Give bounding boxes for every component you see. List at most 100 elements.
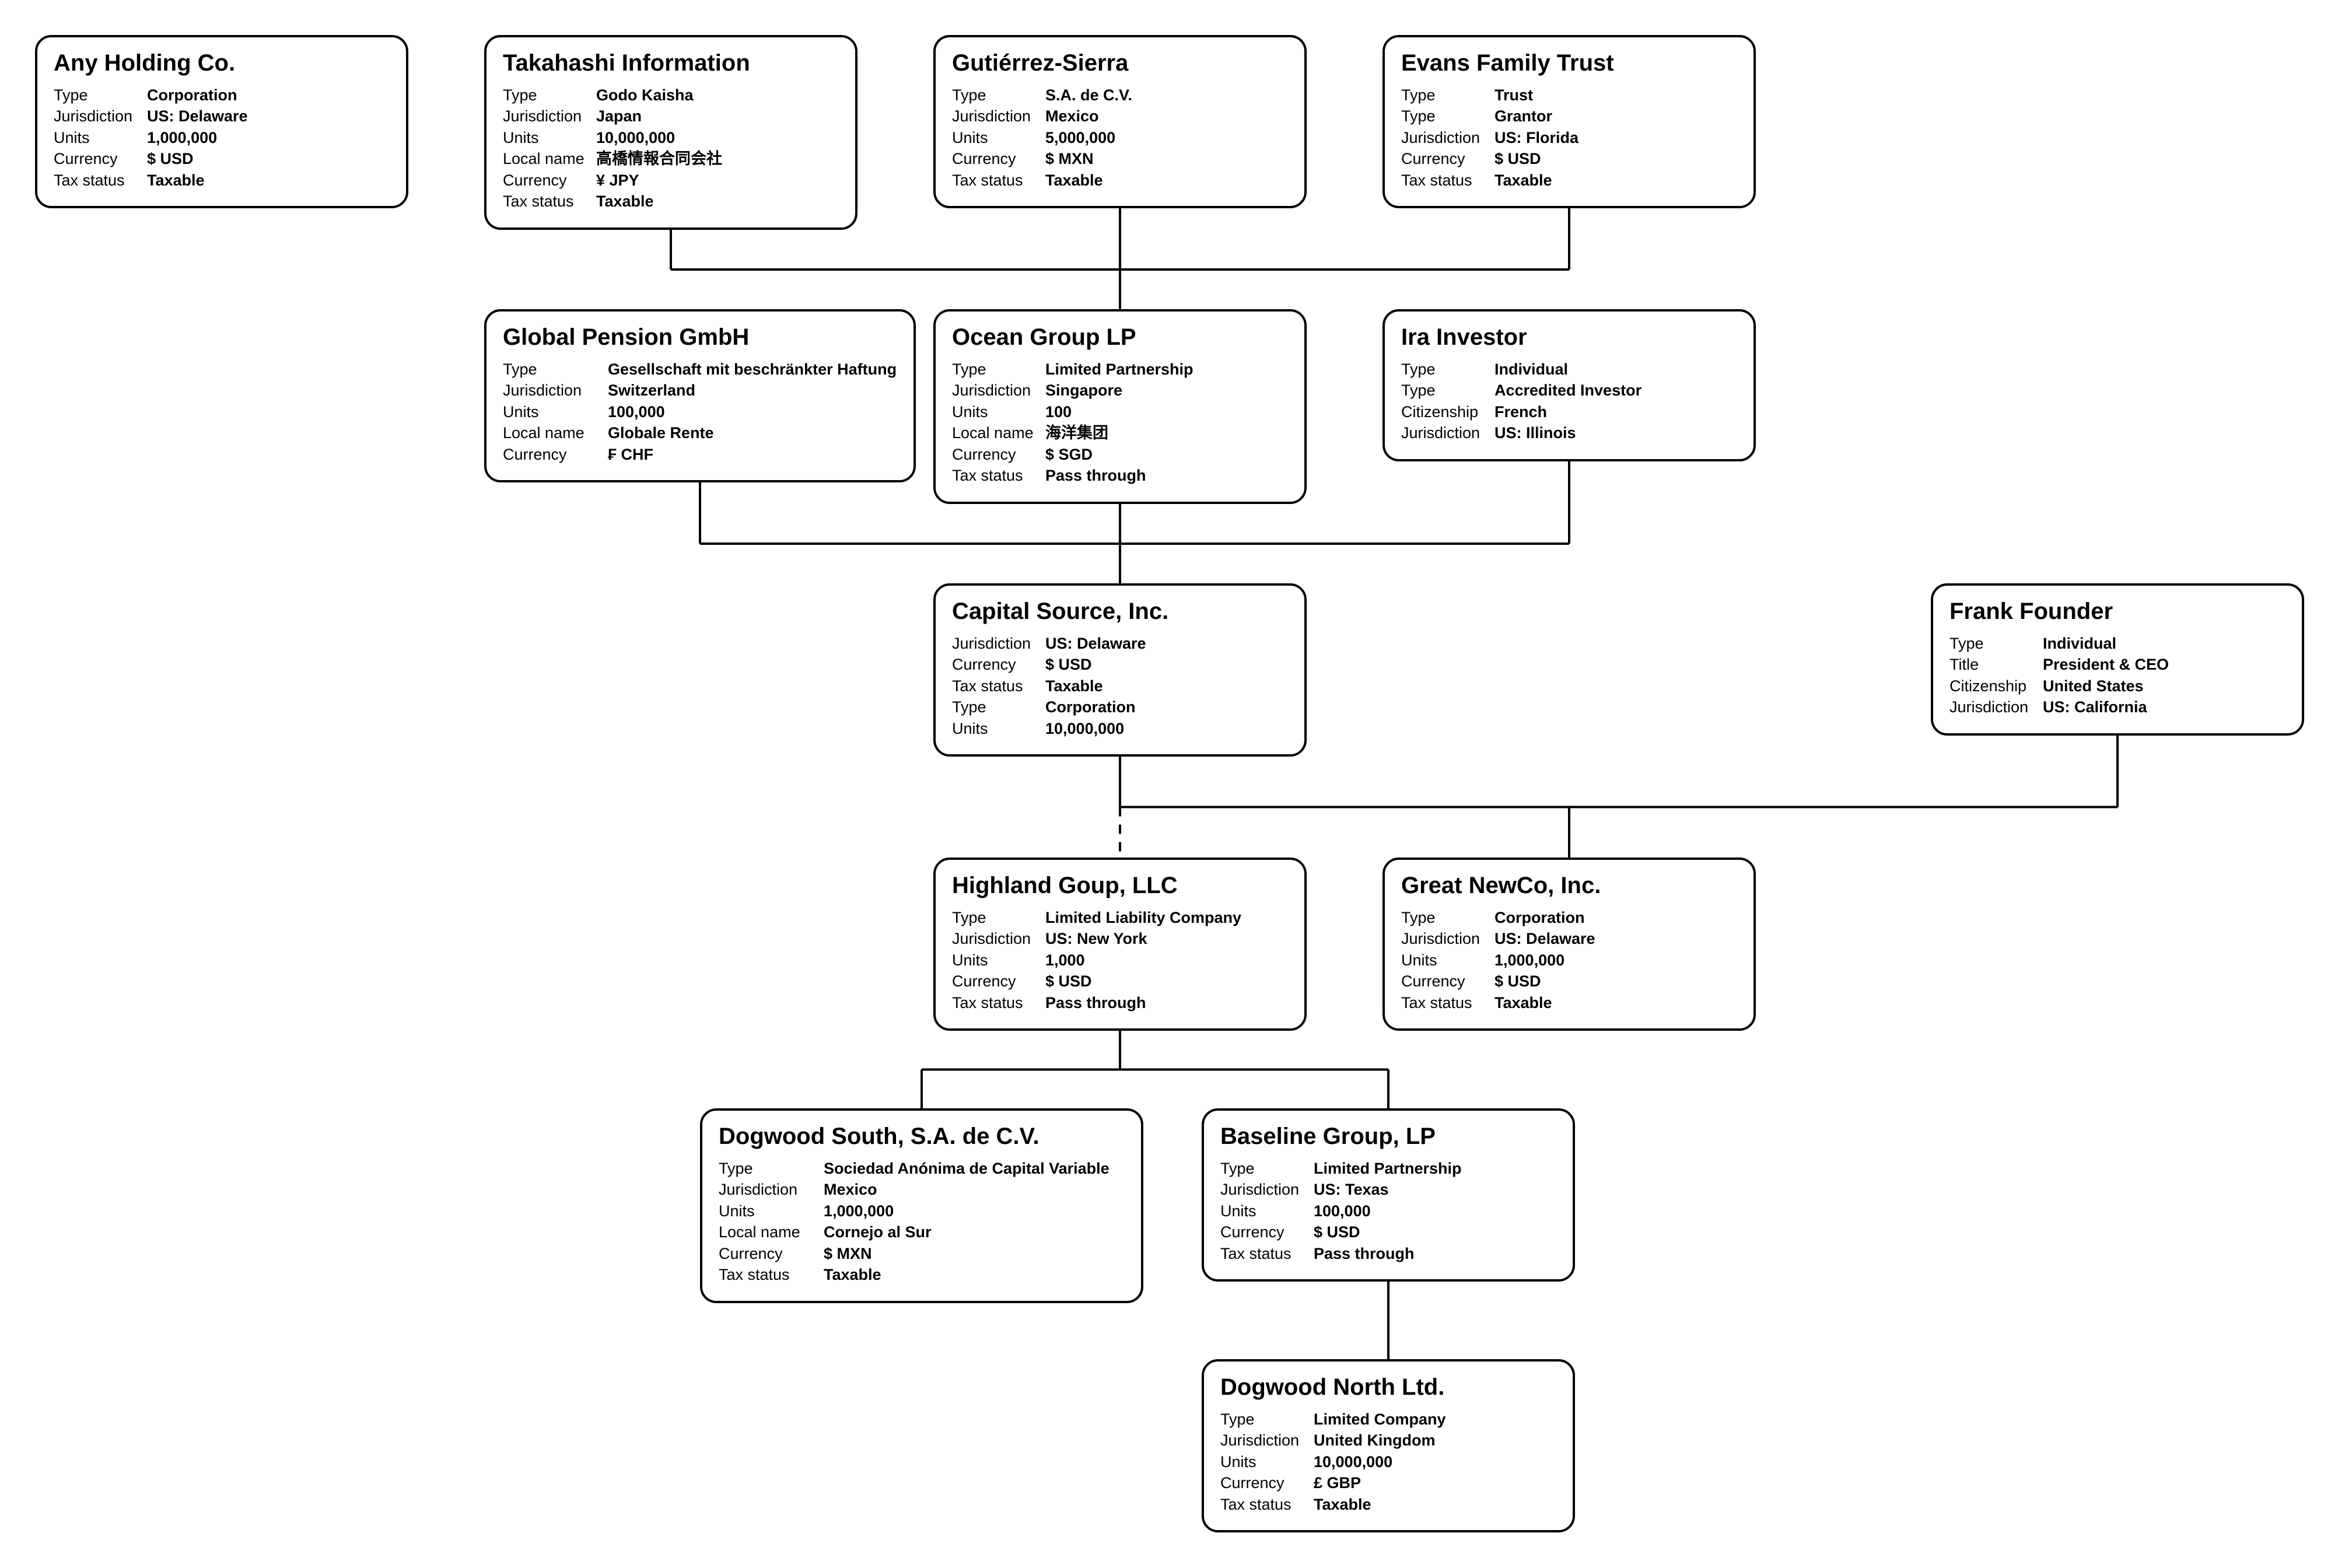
row-value: Accredited Investor — [1494, 380, 1642, 401]
entity-row: Units5,000,000 — [952, 127, 1288, 148]
entity-row: Units1,000,000 — [54, 127, 390, 148]
entity-row: JurisdictionUS: Texas — [1220, 1179, 1556, 1200]
row-value: $ SGD — [1045, 444, 1093, 465]
row-value: Sociedad Anónima de Capital Variable — [824, 1158, 1110, 1179]
entity-row: Currency₣ CHF — [503, 444, 897, 465]
row-label: Type — [1401, 380, 1494, 401]
row-value: Grantor — [1494, 106, 1552, 127]
row-label: Tax status — [54, 170, 147, 191]
row-value: 10,000,000 — [1045, 718, 1124, 739]
entity-evans[interactable]: Evans Family TrustTypeTrustTypeGrantorJu… — [1382, 35, 1756, 208]
row-value: 1,000,000 — [147, 127, 217, 148]
row-label: Currency — [503, 444, 608, 465]
entity-title: Dogwood South, S.A. de C.V. — [719, 1124, 1125, 1150]
entity-ocean[interactable]: Ocean Group LP TypeLimited PartnershipJur… — [933, 309, 1307, 504]
entity-row: TypeGodo Kaisha — [503, 85, 839, 106]
entity-title: Global Pension GmbH — [503, 324, 897, 351]
row-label: Currency — [952, 444, 1045, 465]
row-label: Tax status — [1220, 1494, 1314, 1515]
row-label: Currency — [952, 148, 1045, 169]
entity-row: TitlePresident & CEO — [1950, 654, 2286, 675]
row-value: £ GBP — [1314, 1472, 1361, 1493]
row-value: Taxable — [147, 170, 205, 191]
entity-row: JurisdictionSingapore — [952, 380, 1288, 401]
row-value: Limited Liability Company — [1045, 907, 1241, 928]
row-label: Units — [503, 401, 608, 422]
row-label: Local name — [503, 422, 608, 443]
row-label: Type — [503, 85, 596, 106]
entity-capital[interactable]: Capital Source, Inc.JurisdictionUS: Dela… — [933, 583, 1307, 757]
entity-row: TypeIndividual — [1401, 359, 1737, 380]
row-value: Corporation — [147, 85, 237, 106]
row-value: Japan — [596, 106, 642, 127]
row-label: Jurisdiction — [503, 106, 596, 127]
entity-gutierrez[interactable]: Gutiérrez-SierraTypeS.A. de C.V.Jurisdic… — [933, 35, 1307, 208]
entity-row: JurisdictionUS: Delaware — [54, 106, 390, 127]
entity-row: Tax statusTaxable — [952, 170, 1288, 191]
row-label: Currency — [1220, 1222, 1314, 1242]
entity-great[interactable]: Great NewCo, Inc.TypeCorporationJurisdic… — [1382, 858, 1756, 1031]
row-label: Tax status — [503, 191, 596, 212]
row-value: US: California — [2043, 696, 2147, 718]
row-label: Type — [1220, 1409, 1314, 1430]
entity-row: JurisdictionJapan — [503, 106, 839, 127]
entity-anyholding[interactable]: Any Holding Co.TypeCorporationJurisdicti… — [35, 35, 408, 208]
row-value: US: Illinois — [1494, 422, 1576, 443]
row-value: ¥ JPY — [596, 170, 639, 191]
entity-row: TypeSociedad Anónima de Capital Variable — [719, 1158, 1125, 1179]
entity-row: Currency$ SGD — [952, 444, 1288, 465]
entity-highland[interactable]: Highland Goup, LLCTypeLimited Liability … — [933, 858, 1307, 1031]
entity-dogwoodnorth[interactable]: Dogwood North Ltd.TypeLimited CompanyJur… — [1202, 1359, 1575, 1532]
entity-row: Tax statusTaxable — [1401, 992, 1737, 1013]
entity-ira[interactable]: Ira Investor TypeIndividualTypeAccredited… — [1382, 309, 1756, 461]
entity-title: Ocean Group LP — [952, 324, 1288, 351]
row-value: Taxable — [1494, 170, 1552, 191]
row-label: Currency — [1401, 971, 1494, 992]
entity-row: Currency$ USD — [1220, 1222, 1556, 1242]
entity-frank[interactable]: Frank FounderTypeIndividualTitlePresiden… — [1931, 583, 2304, 736]
row-label: Type — [54, 85, 147, 106]
row-label: Jurisdiction — [719, 1179, 824, 1200]
entity-row: Units1,000,000 — [1401, 950, 1737, 971]
entity-title: Great NewCo, Inc. — [1401, 873, 1737, 899]
entity-row: Tax statusTaxable — [54, 170, 390, 191]
entity-row: Units10,000,000 — [1220, 1451, 1556, 1472]
row-value: S.A. de C.V. — [1045, 85, 1132, 106]
row-value: $ USD — [147, 148, 194, 169]
entity-baseline[interactable]: Baseline Group, LPTypeLimited Partnershi… — [1202, 1108, 1575, 1282]
row-label: Tax status — [1220, 1243, 1314, 1264]
row-value: United Kingdom — [1314, 1430, 1435, 1451]
edges-layer — [0, 0, 2345, 1568]
row-label: Citizenship — [1950, 676, 2043, 696]
entity-takahashi[interactable]: Takahashi InformationTypeGodo KaishaJuri… — [484, 35, 858, 230]
entity-row: Tax statusTaxable — [952, 676, 1288, 696]
row-label: Type — [1401, 359, 1494, 380]
row-value: Corporation — [1494, 907, 1585, 928]
entity-row: Tax statusTaxable — [1220, 1494, 1556, 1515]
entity-row: TypeIndividual — [1950, 633, 2286, 654]
entity-row: Units100 — [952, 401, 1288, 422]
entity-row: JurisdictionUS: California — [1950, 696, 2286, 718]
entity-title: Gutiérrez-Sierra — [952, 50, 1288, 76]
row-label: Jurisdiction — [952, 380, 1045, 401]
row-value: 高橋情報合同会社 — [596, 148, 722, 169]
entity-row: Units100,000 — [1220, 1200, 1556, 1222]
row-value: Taxable — [1045, 170, 1103, 191]
entity-title: Ira Investor — [1401, 324, 1737, 351]
entity-row: TypeAccredited Investor — [1401, 380, 1737, 401]
entity-row: JurisdictionUS: Delaware — [952, 633, 1288, 654]
row-value: Individual — [2043, 633, 2116, 654]
row-value: Taxable — [596, 191, 654, 212]
row-value: Pass through — [1045, 465, 1146, 486]
entity-dogwoodsouth[interactable]: Dogwood South, S.A. de C.V. TypeSociedad … — [700, 1108, 1143, 1303]
entity-globalpension[interactable]: Global Pension GmbHTypeGesellschaft mit … — [484, 309, 916, 482]
row-label: Tax status — [952, 676, 1045, 696]
row-value: 5,000,000 — [1045, 127, 1115, 148]
row-value: $ USD — [1494, 971, 1541, 992]
row-value: Limited Company — [1314, 1409, 1446, 1430]
row-value: Godo Kaisha — [596, 85, 694, 106]
entity-row: TypeS.A. de C.V. — [952, 85, 1288, 106]
row-label: Currency — [54, 148, 147, 169]
entity-row: TypeLimited Partnership — [952, 359, 1288, 380]
row-label: Type — [1401, 907, 1494, 928]
